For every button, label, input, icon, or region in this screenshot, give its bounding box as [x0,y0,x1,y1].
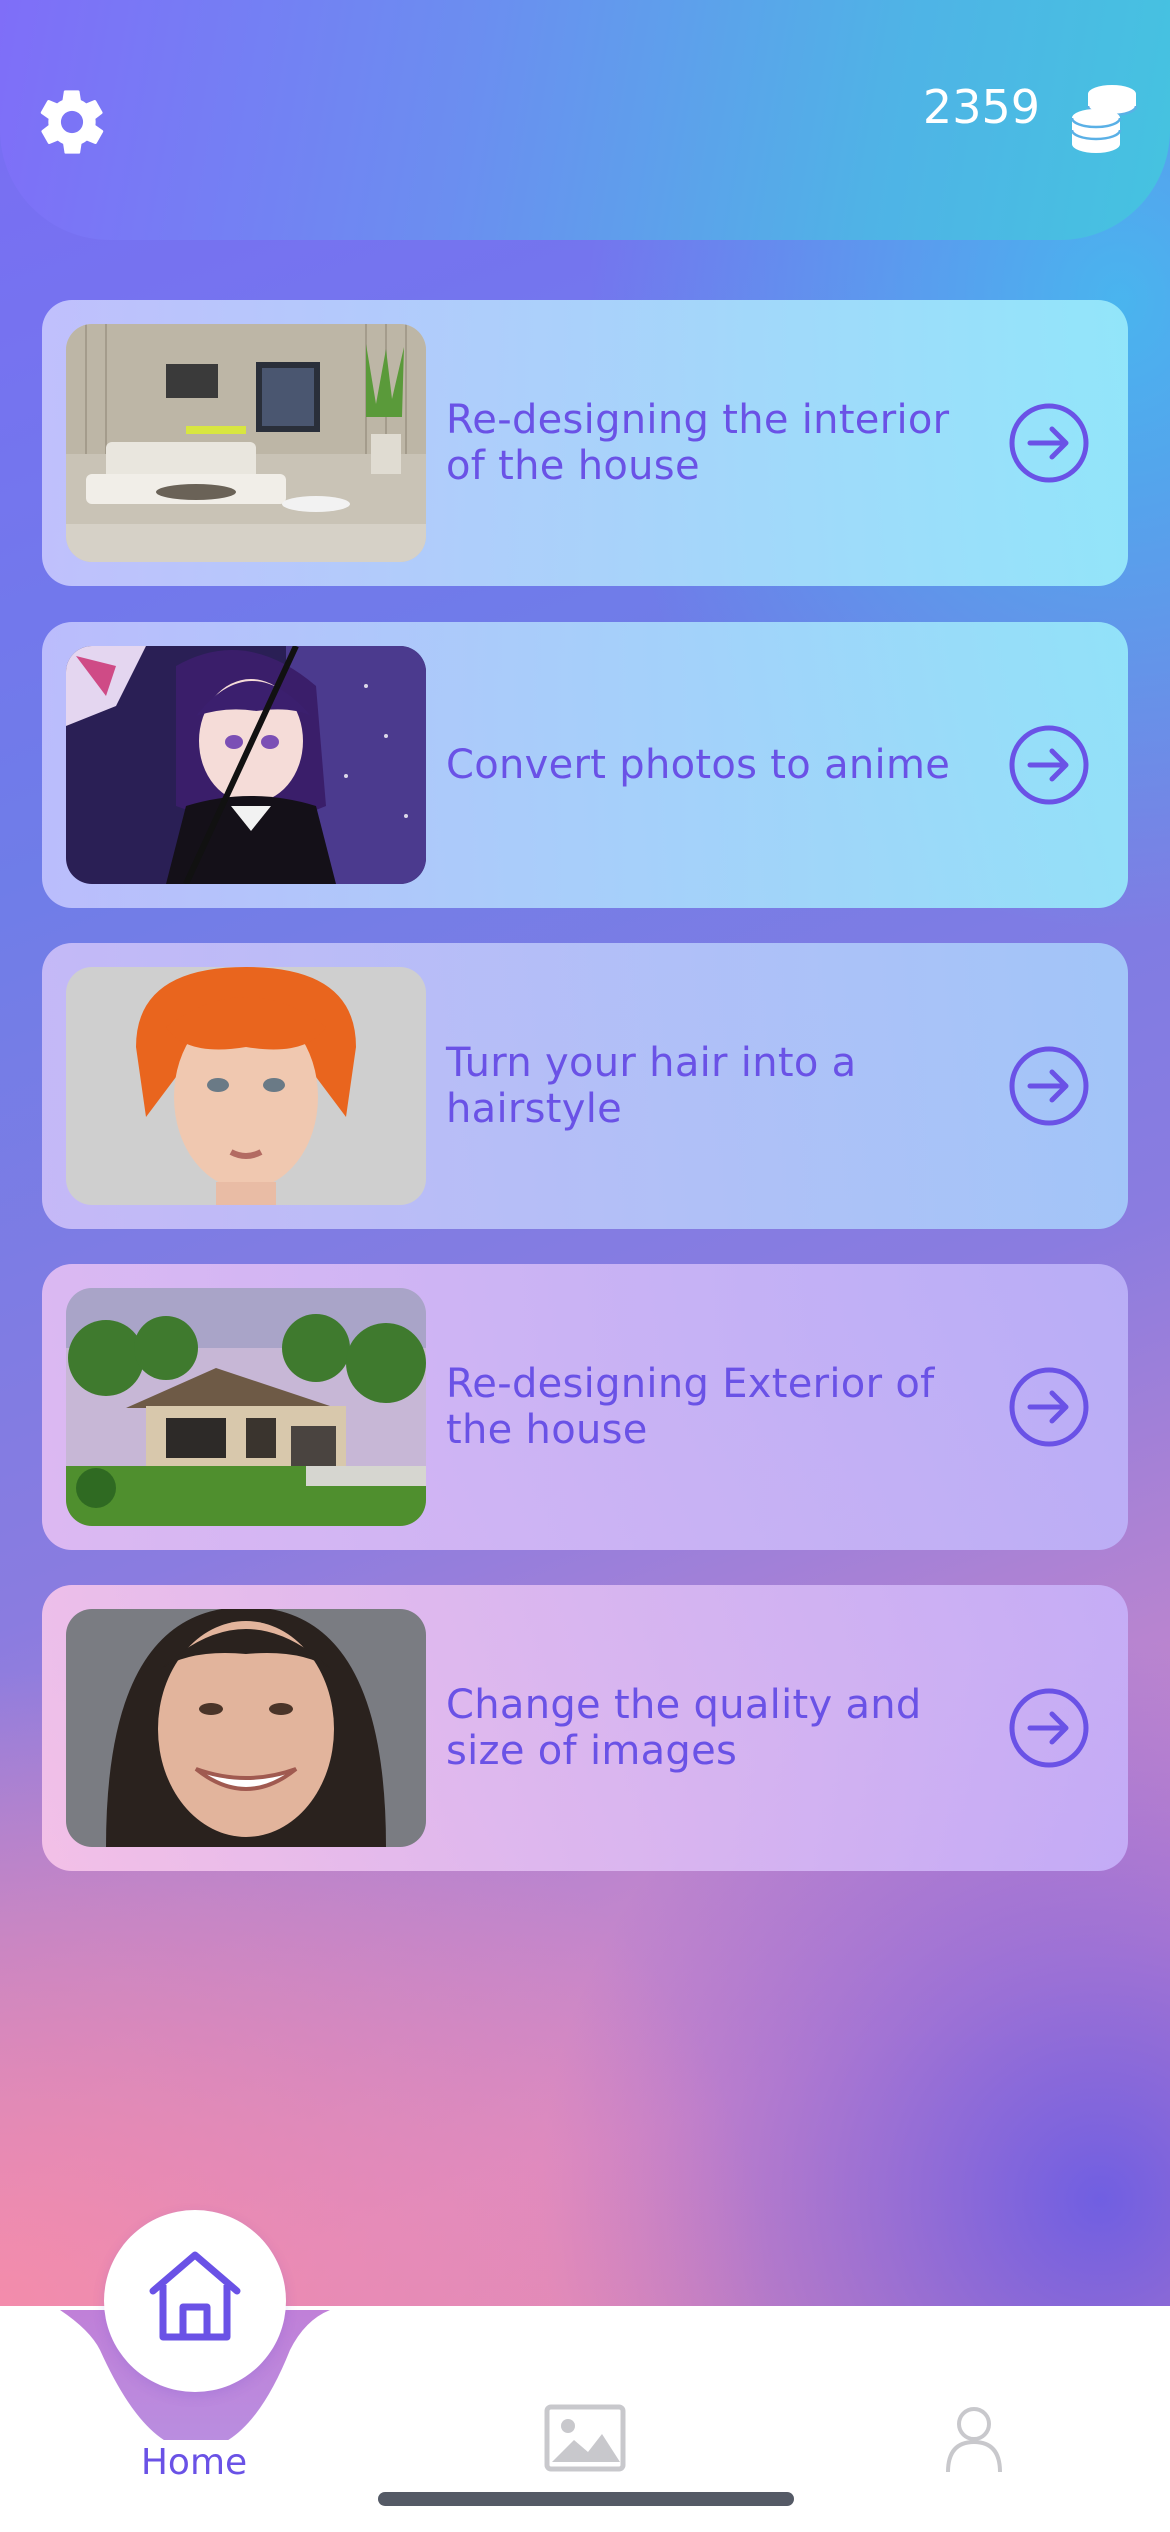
arrow-right-circle-icon[interactable] [1008,724,1090,806]
home-icon[interactable] [143,2245,247,2349]
feature-label: Re-designing the interior of the house [446,397,950,489]
gear-icon[interactable] [34,84,110,160]
feature-card-hairstyle[interactable]: Turn your hair into a hairstyle [42,943,1128,1229]
feature-card-interior[interactable]: Re-designing the interior of the house [42,300,1128,586]
feature-card-anime[interactable]: Convert photos to anime [42,622,1128,908]
home-tab-label[interactable]: Home [134,2442,254,2483]
feature-card-quality[interactable]: Change the quality and size of images [42,1585,1128,1871]
feature-label: Convert photos to anime [446,742,951,788]
coin-balance: 2359 [922,80,1040,134]
coins-stack-icon[interactable] [1068,82,1140,158]
exterior-thumbnail [66,1288,426,1526]
portrait-thumbnail [66,1609,426,1847]
arrow-right-circle-icon[interactable] [1008,402,1090,484]
interior-thumbnail [66,324,426,562]
feature-label: Re-designing Exterior of the house [446,1361,935,1453]
gallery-icon[interactable] [544,2404,626,2472]
feature-label: Change the quality and size of images [446,1682,922,1774]
arrow-right-circle-icon[interactable] [1008,1366,1090,1448]
arrow-right-circle-icon[interactable] [1008,1687,1090,1769]
hairstyle-thumbnail [66,967,426,1205]
feature-label: Turn your hair into a hairstyle [446,1040,857,1132]
home-indicator [378,2492,794,2506]
feature-card-exterior[interactable]: Re-designing Exterior of the house [42,1264,1128,1550]
profile-icon[interactable] [944,2404,1004,2474]
anime-thumbnail [66,646,426,884]
arrow-right-circle-icon[interactable] [1008,1045,1090,1127]
